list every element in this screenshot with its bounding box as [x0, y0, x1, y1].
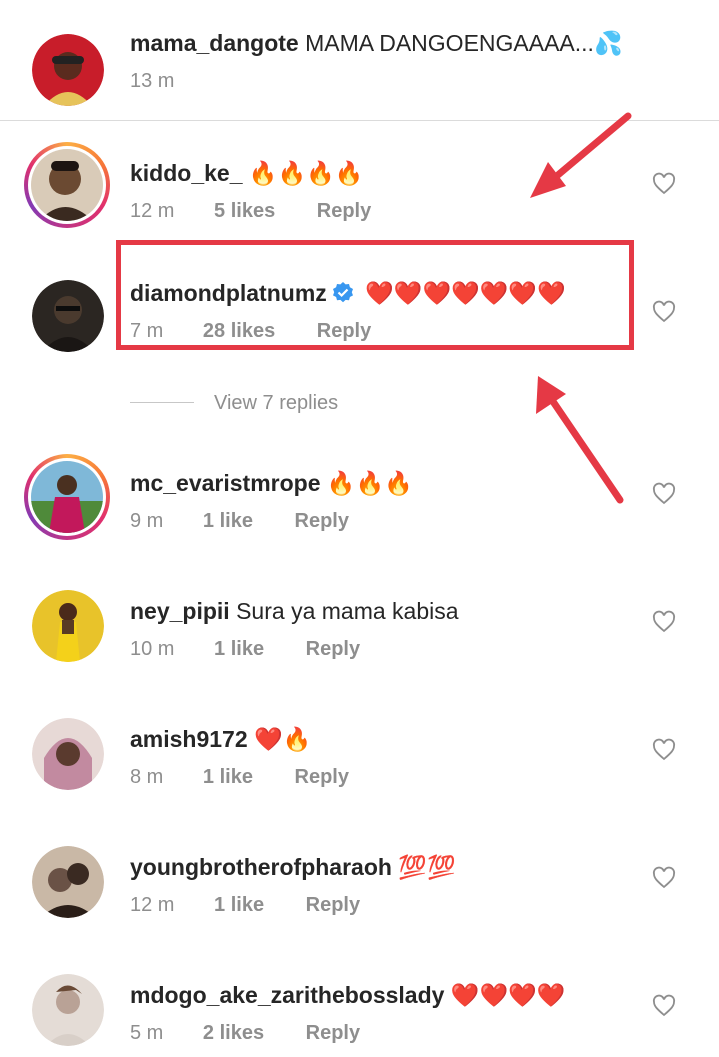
highlight-box — [116, 240, 634, 350]
reply-button[interactable]: Reply — [317, 200, 371, 222]
heart-outline-icon[interactable] — [652, 738, 676, 762]
timestamp: 5 m — [130, 1022, 164, 1044]
username[interactable]: ney_pipii — [130, 598, 230, 624]
comment-text: ❤️🔥 — [254, 726, 312, 752]
comment-text: 🔥🔥🔥🔥 — [248, 160, 364, 186]
avatar-image — [32, 974, 104, 1046]
username[interactable]: kiddo_ke_ — [130, 160, 243, 186]
avatar-image — [32, 718, 104, 790]
avatar[interactable] — [32, 846, 104, 918]
avatar[interactable] — [32, 34, 104, 106]
arrow-bottom — [536, 376, 624, 504]
avatar-image — [32, 34, 104, 106]
likes-count[interactable]: 1 like — [203, 510, 253, 532]
heart-outline-icon[interactable] — [652, 866, 676, 890]
username[interactable]: mc_evaristmrope — [130, 470, 321, 496]
heart-outline-icon[interactable] — [652, 300, 676, 324]
username[interactable]: mdogo_ake_zarithebosslady — [130, 982, 444, 1008]
timestamp: 13 m — [130, 70, 175, 92]
divider — [0, 120, 719, 121]
avatar-image — [32, 846, 104, 918]
reply-button[interactable]: Reply — [295, 766, 349, 788]
timestamp: 12 m — [130, 200, 175, 222]
reply-button[interactable]: Reply — [306, 894, 360, 916]
username[interactable]: amish9172 — [130, 726, 248, 752]
replies-rule — [130, 402, 194, 403]
avatar-story-ring[interactable] — [24, 142, 110, 228]
username[interactable]: youngbrotherofpharaoh — [130, 854, 392, 880]
heart-outline-icon[interactable] — [652, 482, 676, 506]
username[interactable]: mama_dangote — [130, 30, 299, 56]
arrow-top — [530, 112, 632, 198]
avatar-story-ring[interactable] — [24, 454, 110, 540]
comment-text: 🔥🔥🔥 — [326, 470, 413, 496]
view-replies-label: View 7 replies — [214, 392, 339, 414]
heart-outline-icon[interactable] — [652, 172, 676, 196]
heart-outline-icon[interactable] — [652, 610, 676, 634]
avatar[interactable] — [32, 718, 104, 790]
timestamp: 10 m — [130, 638, 175, 660]
likes-count[interactable]: 2 likes — [203, 1022, 264, 1044]
timestamp: 12 m — [130, 894, 175, 916]
reply-button[interactable]: Reply — [306, 638, 360, 660]
reply-button[interactable]: Reply — [306, 1022, 360, 1044]
comment-text: MAMA DANGOENGAAAA...💦 — [305, 30, 623, 56]
likes-count[interactable]: 5 likes — [214, 200, 275, 222]
avatar-image — [31, 461, 103, 533]
comment-text: Sura ya mama kabisa — [236, 598, 459, 624]
avatar-image — [31, 149, 103, 221]
avatar[interactable] — [32, 590, 104, 662]
avatar-image — [32, 590, 104, 662]
timestamp: 9 m — [130, 510, 164, 532]
comment-text: 💯💯 — [398, 854, 456, 880]
comment-text: ❤️❤️❤️❤️ — [450, 982, 566, 1008]
heart-outline-icon[interactable] — [652, 994, 676, 1018]
view-replies-link[interactable]: View 7 replies — [130, 392, 338, 415]
likes-count[interactable]: 1 like — [203, 766, 253, 788]
timestamp: 8 m — [130, 766, 164, 788]
avatar[interactable] — [32, 974, 104, 1046]
avatar-image — [32, 280, 104, 352]
likes-count[interactable]: 1 like — [214, 894, 264, 916]
avatar[interactable] — [32, 280, 104, 352]
likes-count[interactable]: 1 like — [214, 638, 264, 660]
reply-button[interactable]: Reply — [295, 510, 349, 532]
